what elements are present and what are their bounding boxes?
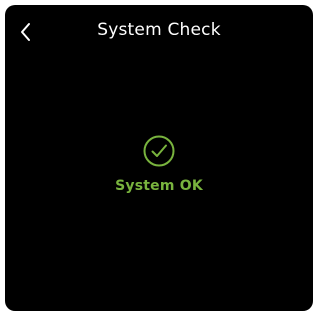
check-circle-icon	[143, 135, 175, 167]
page-title: System Check	[97, 20, 221, 40]
status-panel: System OK	[5, 134, 313, 194]
status-label: System OK	[115, 178, 203, 194]
header: System Check	[5, 5, 313, 57]
system-check-screen: System Check System OK	[5, 5, 313, 311]
